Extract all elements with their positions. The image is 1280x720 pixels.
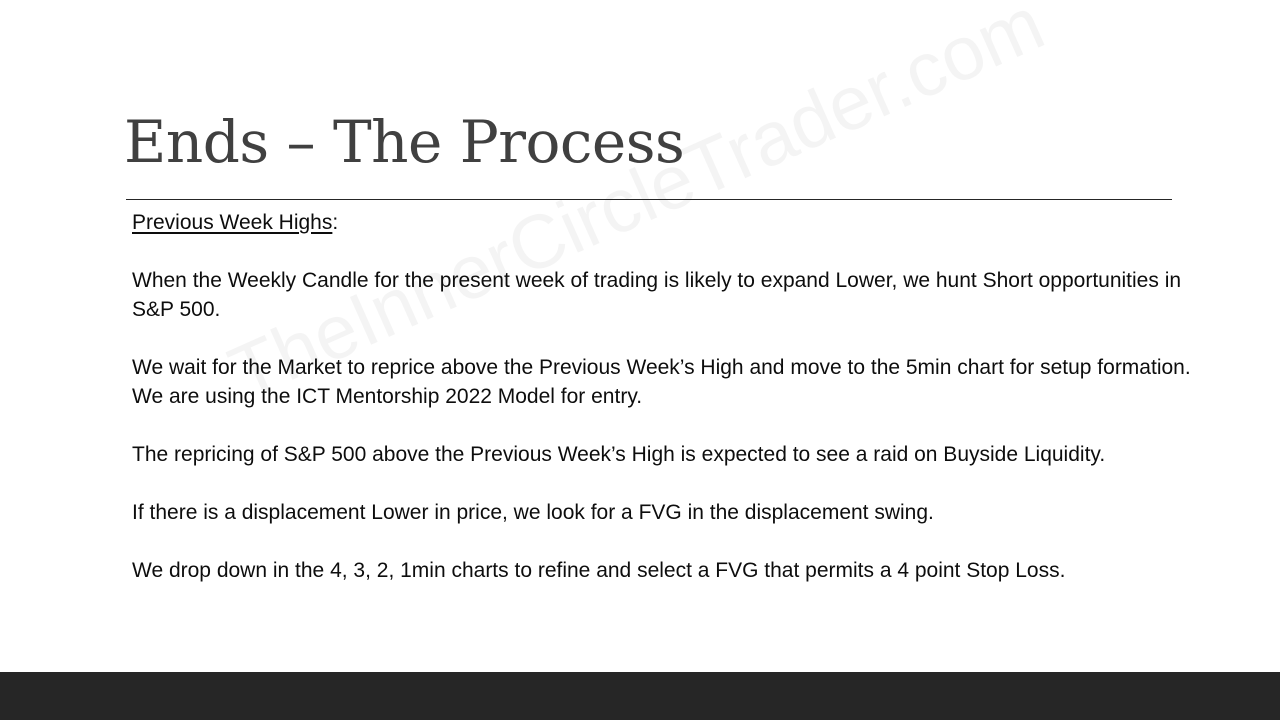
footer-bar (0, 672, 1280, 720)
body-paragraph: We wait for the Market to reprice above … (132, 356, 1191, 408)
body-paragraph: The repricing of S&P 500 above the Previ… (132, 443, 1106, 466)
slide-body: Previous Week Highs: When the Weekly Can… (132, 208, 1192, 614)
slide: TheInnerCircleTrader.com Ends – The Proc… (0, 0, 1280, 720)
body-paragraph: We drop down in the 4, 3, 2, 1min charts… (132, 559, 1066, 582)
section-heading-line: Previous Week Highs: (132, 208, 1192, 237)
slide-title: Ends – The Process (124, 108, 685, 176)
section-heading-colon: : (332, 211, 339, 234)
body-paragraph: When the Weekly Candle for the present w… (132, 269, 1182, 321)
section-heading: Previous Week Highs (132, 211, 333, 234)
body-paragraph: If there is a displacement Lower in pric… (132, 501, 934, 524)
title-divider (126, 199, 1172, 200)
